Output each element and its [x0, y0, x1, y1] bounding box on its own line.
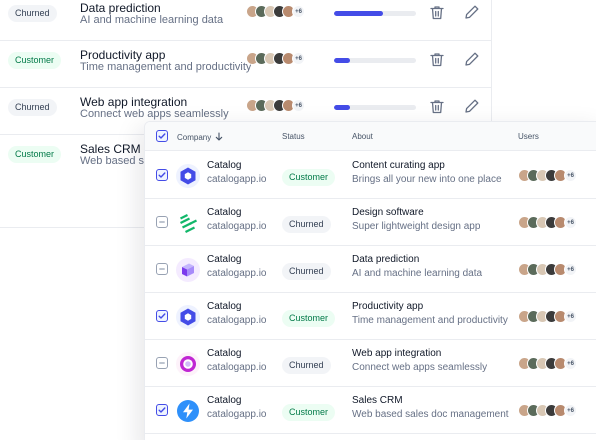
more-users-count: +6 [564, 357, 577, 370]
trash-icon[interactable] [430, 99, 444, 119]
trash-icon[interactable] [430, 52, 444, 72]
project-title: Web app integration [352, 348, 442, 359]
table-row[interactable]: Catalog catalogapp.io Churned Web app in… [145, 340, 596, 387]
row-checkbox[interactable] [156, 310, 168, 322]
companies-table: Company Status About Users Catalog catal… [144, 121, 596, 440]
company-name: Catalog [207, 254, 242, 265]
project-description: Connect web apps seamlessly [80, 108, 229, 120]
project-title: Data prediction [352, 254, 420, 265]
hexagon-logo-icon [176, 305, 200, 329]
row-checkbox[interactable] [156, 263, 168, 275]
project-title: Content curating app [352, 160, 445, 171]
avatar-group[interactable]: +6 [518, 263, 577, 276]
avatar-group[interactable]: +6 [518, 310, 577, 323]
company-column-header[interactable]: Company [177, 132, 223, 143]
table-row[interactable]: Catalog catalogapp.io Customer Content c… [145, 152, 596, 199]
progress-bar [334, 58, 416, 63]
avatar-group[interactable]: +6 [246, 99, 305, 112]
project-title: Data prediction [80, 1, 161, 15]
company-name: Catalog [207, 160, 242, 171]
project-description: Brings all your new into one place [352, 174, 502, 185]
project-title: Productivity app [80, 48, 166, 62]
status-badge: Churned [282, 357, 331, 374]
avatar-group[interactable]: +6 [518, 404, 577, 417]
avatar-group[interactable]: +6 [518, 169, 577, 182]
avatar-group[interactable]: +6 [246, 5, 305, 18]
company-header-label: Company [177, 133, 212, 142]
project-title: Sales CRM [80, 142, 141, 156]
ring-logo-icon [176, 352, 200, 376]
project-description: AI and machine learning data [352, 268, 483, 279]
project-description: Web based sales doc management [352, 409, 509, 420]
status-badge: Customer [282, 404, 336, 421]
table-row[interactable]: Catalog catalogapp.io Customer Productiv… [145, 293, 596, 340]
company-domain: catalogapp.io [207, 221, 267, 232]
company-name: Catalog [207, 348, 242, 359]
status-badge: Customer [282, 310, 336, 327]
status-badge: Churned [8, 99, 57, 116]
more-users-count: +6 [292, 99, 305, 112]
status-badge: Customer [282, 169, 336, 186]
company-domain: catalogapp.io [207, 315, 267, 326]
company-domain: catalogapp.io [207, 362, 267, 373]
avatar-group[interactable]: +6 [518, 357, 577, 370]
arrow-down-icon [215, 132, 223, 143]
more-users-count: +6 [292, 52, 305, 65]
table-row[interactable]: Customer Productivity app Time managemen… [0, 41, 492, 88]
row-checkbox[interactable] [156, 404, 168, 416]
project-description: Time management and productivity [80, 61, 252, 73]
more-users-count: +6 [564, 216, 577, 229]
bolt-logo-icon [176, 399, 200, 423]
users-column-header[interactable]: Users [518, 132, 539, 141]
hexagon-logo-icon [176, 164, 200, 188]
progress-bar [334, 105, 416, 110]
trash-icon[interactable] [430, 5, 444, 25]
avatar-group[interactable]: +6 [246, 52, 305, 65]
company-domain: catalogapp.io [207, 409, 267, 420]
select-all-checkbox[interactable] [156, 130, 168, 142]
table-row[interactable]: Churned Data prediction AI and machine l… [0, 0, 492, 41]
more-users-count: +6 [564, 169, 577, 182]
table-header: Company Status About Users [145, 122, 596, 151]
row-checkbox[interactable] [156, 357, 168, 369]
company-name: Catalog [207, 301, 242, 312]
status-badge: Churned [8, 5, 57, 22]
project-title: Web app integration [80, 95, 188, 109]
pencil-icon[interactable] [464, 4, 480, 25]
project-title: Productivity app [352, 301, 424, 312]
project-description: AI and machine learning data [80, 14, 224, 26]
status-badge: Customer [8, 146, 62, 163]
project-title: Sales CRM [352, 395, 403, 406]
company-name: Catalog [207, 207, 242, 218]
more-users-count: +6 [564, 310, 577, 323]
stripes-logo-icon [176, 211, 200, 235]
table-row[interactable]: Catalog catalogapp.io Churned Data predi… [145, 246, 596, 293]
project-description: Super lightweight design app [352, 221, 481, 232]
status-badge: Churned [282, 216, 331, 233]
row-checkbox[interactable] [156, 216, 168, 228]
row-checkbox[interactable] [156, 169, 168, 181]
progress-bar [334, 11, 416, 16]
project-description: Connect web apps seamlessly [352, 362, 488, 373]
table-row[interactable]: Catalog catalogapp.io Customer Sales CRM… [145, 387, 596, 434]
more-users-count: +6 [564, 404, 577, 417]
more-users-count: +6 [564, 263, 577, 276]
table-row[interactable]: Catalog catalogapp.io Churned Design sof… [145, 199, 596, 246]
cube-logo-icon [176, 258, 200, 282]
company-domain: catalogapp.io [207, 174, 267, 185]
status-badge: Customer [8, 52, 62, 69]
status-badge: Churned [282, 263, 331, 280]
pencil-icon[interactable] [464, 51, 480, 72]
project-title: Design software [352, 207, 424, 218]
avatar-group[interactable]: +6 [518, 216, 577, 229]
company-domain: catalogapp.io [207, 268, 267, 279]
pencil-icon[interactable] [464, 98, 480, 119]
status-column-header[interactable]: Status [282, 132, 305, 141]
project-description: Time management and productivity [352, 315, 508, 326]
more-users-count: +6 [292, 5, 305, 18]
company-name: Catalog [207, 395, 242, 406]
about-column-header[interactable]: About [352, 132, 373, 141]
